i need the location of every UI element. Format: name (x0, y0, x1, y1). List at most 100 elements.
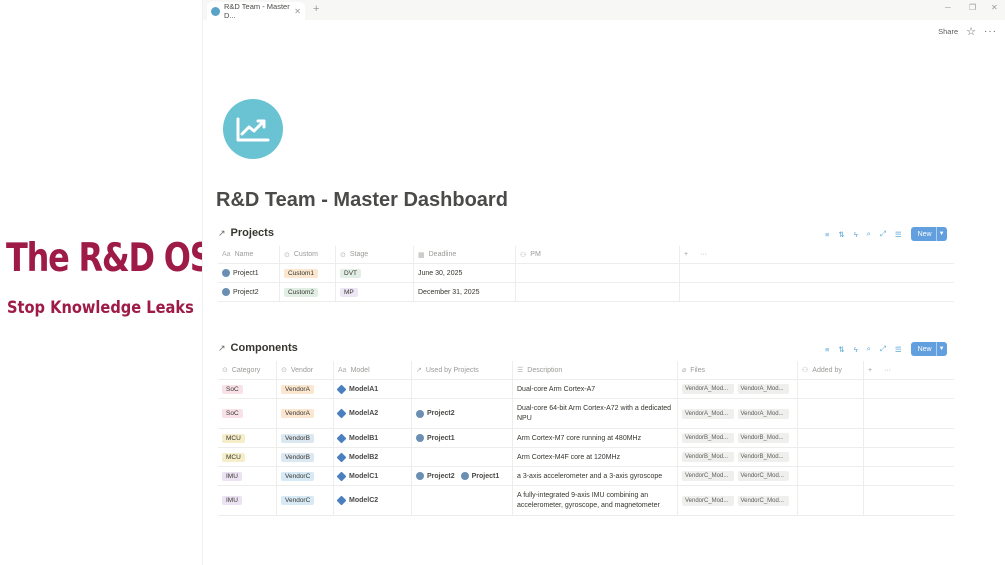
category-cell[interactable]: IMU (218, 486, 277, 515)
more-options-icon[interactable]: ··· (984, 26, 997, 37)
more-columns-icon[interactable]: ··· (884, 367, 891, 374)
category-cell[interactable]: SoC (218, 399, 277, 428)
used-by-projects-cell[interactable] (412, 486, 513, 515)
trend-chart-icon[interactable] (223, 99, 283, 159)
window-close-icon[interactable]: ✕ (991, 3, 998, 12)
file-chip[interactable]: VendorB_Mod... (737, 433, 789, 443)
vendor-cell[interactable]: VendorA (277, 380, 334, 398)
automation-bolt-icon[interactable]: ϟ (854, 345, 858, 354)
column-header-category[interactable]: ⊙ Category (218, 361, 277, 379)
file-chip[interactable]: VendorA_Mod... (737, 384, 789, 394)
category-cell[interactable]: MCU (218, 429, 277, 447)
file-chip[interactable]: VendorA_Mod... (682, 408, 734, 419)
expand-icon[interactable]: ⤢ (880, 344, 886, 354)
expand-icon[interactable]: ⤢ (880, 229, 886, 239)
file-chip[interactable]: VendorC_Mod... (682, 495, 734, 506)
added-by-cell[interactable] (798, 380, 864, 398)
vendor-cell[interactable]: VendorC (277, 467, 334, 485)
projects-new-button[interactable]: New ▼ (910, 227, 947, 241)
pm-cell[interactable] (516, 283, 680, 301)
column-header-name[interactable]: Aa Name (218, 246, 280, 263)
added-by-cell[interactable] (798, 486, 864, 515)
filter-icon[interactable]: ≡ (825, 345, 829, 354)
vendor-cell[interactable]: VendorB (277, 429, 334, 447)
added-by-cell[interactable] (798, 429, 864, 447)
used-by-projects-cell[interactable] (412, 380, 513, 398)
added-by-cell[interactable] (798, 448, 864, 466)
column-header-stage[interactable]: ⊙ Stage (336, 246, 414, 263)
chevron-down-icon[interactable]: ▼ (935, 342, 947, 356)
close-tab-icon[interactable]: ✕ (294, 7, 301, 16)
files-cell[interactable]: VendorC_Mod... VendorC_Mod... (678, 467, 798, 485)
file-chip[interactable]: VendorB_Mod... (682, 452, 734, 462)
column-header-custom[interactable]: ⊙ Custom (280, 246, 336, 263)
category-cell[interactable]: MCU (218, 448, 277, 466)
vendor-cell[interactable]: VendorA (277, 399, 334, 428)
used-by-projects-cell[interactable] (412, 448, 513, 466)
chevron-down-icon[interactable]: ▼ (935, 227, 947, 241)
pm-cell[interactable] (516, 264, 680, 282)
table-row[interactable]: MCU VendorB ModelB2 Arm Cortex-M4F core … (218, 448, 954, 467)
table-row[interactable]: SoC VendorA ModelA2 Project2 Dual-core 6… (218, 399, 954, 429)
new-tab-icon[interactable]: + (313, 3, 319, 15)
filter-icon[interactable]: ≡ (825, 230, 829, 239)
description-cell[interactable]: Arm Cortex-M4F core at 120MHz (513, 448, 678, 466)
vendor-cell[interactable]: VendorB (277, 448, 334, 466)
sort-icon[interactable]: ⇅ (838, 230, 844, 239)
model-cell[interactable]: ModelA2 (334, 399, 412, 428)
settings-icon[interactable]: ☰ (895, 345, 902, 354)
model-cell[interactable]: ModelC2 (334, 486, 412, 515)
automation-bolt-icon[interactable]: ϟ (854, 230, 858, 239)
files-cell[interactable]: VendorB_Mod... VendorB_Mod... (678, 448, 798, 466)
custom-cell[interactable]: Custom2 (280, 283, 336, 301)
table-row[interactable]: IMU VendorC ModelC1 Project2 Project1 a 3… (218, 467, 954, 486)
file-chip[interactable]: VendorC_Mod... (737, 495, 789, 506)
minimize-icon[interactable]: ─ (945, 3, 951, 12)
components-new-button[interactable]: New ▼ (910, 342, 947, 356)
maximize-icon[interactable]: ❐ (969, 3, 976, 12)
table-row[interactable]: IMU VendorC ModelC2 A fully-integrated 9… (218, 486, 954, 516)
file-chip[interactable]: VendorB_Mod... (682, 433, 734, 443)
settings-icon[interactable]: ☰ (895, 230, 902, 239)
files-cell[interactable]: VendorC_Mod... VendorC_Mod... (678, 486, 798, 515)
description-cell[interactable]: Dual-core 64-bit Arm Cortex-A72 with a d… (513, 399, 678, 428)
model-cell[interactable]: ModelA1 (334, 380, 412, 398)
table-row[interactable]: Project1 Custom1 DVT June 30, 2025 (218, 264, 954, 283)
project-name-cell[interactable]: Project1 (218, 264, 280, 282)
table-row[interactable]: Project2 Custom2 MP December 31, 2025 (218, 283, 954, 302)
column-header-deadline[interactable]: ▦ Deadline (414, 246, 516, 263)
used-by-projects-cell[interactable]: Project2 Project1 (412, 467, 513, 485)
added-by-cell[interactable] (798, 467, 864, 485)
stage-cell[interactable]: MP (336, 283, 414, 301)
project-link[interactable]: Project1 (427, 435, 455, 442)
category-cell[interactable]: SoC (218, 380, 277, 398)
sort-icon[interactable]: ⇅ (838, 345, 844, 354)
category-cell[interactable]: IMU (218, 467, 277, 485)
favorite-star-icon[interactable]: ☆ (966, 25, 976, 38)
column-header-files[interactable]: ⌀ Files (678, 361, 798, 379)
stage-cell[interactable]: DVT (336, 264, 414, 282)
column-header-pm[interactable]: ⚇ PM (516, 246, 680, 263)
description-cell[interactable]: Dual-core Arm Cortex-A7 (513, 380, 678, 398)
project-link[interactable]: Project2 (427, 473, 455, 480)
column-header-vendor[interactable]: ⊙ Vendor (277, 361, 334, 379)
files-cell[interactable]: VendorA_Mod... VendorA_Mod... (678, 380, 798, 398)
file-chip[interactable]: VendorC_Mod... (737, 471, 789, 481)
add-property-icon[interactable]: + (868, 367, 872, 374)
files-cell[interactable]: VendorA_Mod... VendorA_Mod... (678, 399, 798, 428)
description-cell[interactable]: a 3-axis accelerometer and a 3-axis gyro… (513, 467, 678, 485)
projects-heading[interactable]: ↗ Projects (218, 227, 274, 239)
file-chip[interactable]: VendorA_Mod... (682, 384, 734, 394)
share-button[interactable]: Share (938, 27, 958, 36)
used-by-projects-cell[interactable]: Project1 (412, 429, 513, 447)
more-columns-icon[interactable]: ··· (700, 251, 707, 258)
model-cell[interactable]: ModelB2 (334, 448, 412, 466)
project-link[interactable]: Project1 (472, 473, 500, 480)
vendor-cell[interactable]: VendorC (277, 486, 334, 515)
search-icon[interactable]: ⌕ (867, 344, 871, 354)
description-cell[interactable]: Arm Cortex-M7 core running at 480MHz (513, 429, 678, 447)
browser-tab[interactable]: R&D Team - Master D... ✕ (207, 2, 305, 20)
deadline-cell[interactable]: June 30, 2025 (414, 264, 516, 282)
column-header-model[interactable]: Aa Model (334, 361, 412, 379)
column-header-description[interactable]: ☰ Description (513, 361, 678, 379)
